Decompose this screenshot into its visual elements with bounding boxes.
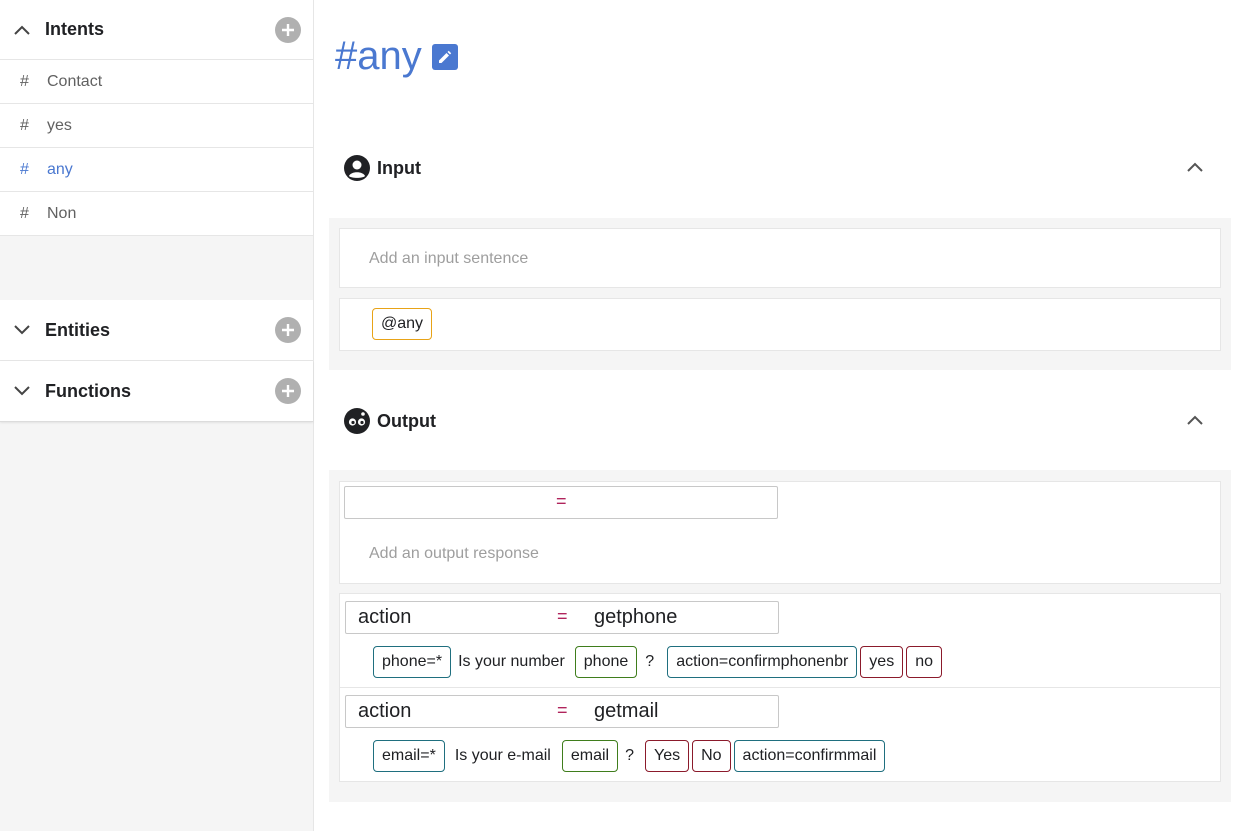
chevron-up-icon[interactable] xyxy=(1183,156,1207,180)
intent-item-any[interactable]: # any xyxy=(0,148,313,192)
condition-field[interactable]: action = getmail xyxy=(345,695,779,728)
condition-value[interactable]: getmail xyxy=(594,700,658,723)
intent-item-yes[interactable]: # yes xyxy=(0,104,313,148)
token-chip[interactable]: yes xyxy=(860,646,904,678)
hash-icon: # xyxy=(20,160,29,178)
hash-icon: # xyxy=(20,204,29,222)
output-response-card: action = getphone phone=* Is your number… xyxy=(339,593,1221,688)
new-output-card: = Add an output response xyxy=(339,481,1221,584)
token-chip[interactable]: email xyxy=(561,740,619,772)
intent-label: yes xyxy=(47,116,72,134)
intents-header[interactable]: Intents xyxy=(0,0,313,60)
token-chip[interactable]: Yes xyxy=(644,740,690,772)
intent-label: Contact xyxy=(47,72,103,90)
chevron-up-icon[interactable] xyxy=(1183,409,1207,433)
chevron-up-icon[interactable] xyxy=(12,20,32,40)
token-chip[interactable]: No xyxy=(692,740,731,772)
intents-title: Intents xyxy=(45,19,105,39)
main-panel: #any Input Add an input sentence @any Ou… xyxy=(314,0,1233,831)
output-panel: = Add an output response action = getpho… xyxy=(329,470,1231,802)
intent-item-non[interactable]: # Non xyxy=(0,192,313,236)
output-response-card: action = getmail email=* Is your e-mail … xyxy=(339,687,1221,782)
input-sentence-field[interactable]: Add an input sentence xyxy=(339,228,1221,288)
entity-chip[interactable]: @any xyxy=(372,308,433,340)
add-intent-button[interactable] xyxy=(275,16,301,43)
plus-icon xyxy=(282,324,294,336)
token-text[interactable]: ? xyxy=(625,747,634,765)
entities-header[interactable]: Entities xyxy=(0,300,313,361)
token-text[interactable]: ? xyxy=(645,653,654,671)
bot-icon xyxy=(344,408,370,434)
response-tokens: email=* Is your e-mail email ? Yes No ac… xyxy=(373,740,886,772)
input-placeholder[interactable]: Add an input sentence xyxy=(369,250,528,268)
entities-section: Entities xyxy=(0,300,313,361)
input-sentence-row: @any xyxy=(339,298,1221,351)
hash-icon: # xyxy=(20,116,29,134)
page-title: #any xyxy=(335,34,458,79)
intent-label: Non xyxy=(47,204,77,222)
hash-icon: # xyxy=(20,72,29,90)
token-text[interactable]: Is your e-mail xyxy=(455,747,551,765)
entities-title: Entities xyxy=(45,319,111,340)
input-header[interactable]: Input xyxy=(343,148,1233,188)
intent-item-contact[interactable]: # Contact xyxy=(0,60,313,104)
chevron-down-icon[interactable] xyxy=(12,320,32,340)
token-chip[interactable]: phone xyxy=(574,646,638,678)
add-entity-button[interactable] xyxy=(275,317,301,343)
condition-value[interactable]: getphone xyxy=(594,606,677,629)
plus-icon xyxy=(282,385,294,397)
intents-section: Intents # Contact # yes # any # Non xyxy=(0,0,313,236)
chevron-down-icon[interactable] xyxy=(12,381,32,401)
response-tokens: phone=* Is your number phone ? action=co… xyxy=(373,646,942,678)
token-chip[interactable]: phone=* xyxy=(373,646,452,678)
intent-label: any xyxy=(47,160,73,178)
output-header[interactable]: Output xyxy=(343,401,1233,441)
intent-title: #any xyxy=(335,34,422,78)
condition-equals: = xyxy=(557,700,568,720)
functions-header[interactable]: Functions xyxy=(0,361,313,422)
edit-title-button[interactable] xyxy=(431,43,458,70)
token-chip[interactable]: action=confirmmail xyxy=(733,740,886,772)
condition-equals: = xyxy=(556,491,567,511)
token-chip[interactable]: no xyxy=(906,646,942,678)
add-function-button[interactable] xyxy=(275,378,301,404)
functions-section: Functions xyxy=(0,361,313,422)
token-chip[interactable]: action=confirmphonenbr xyxy=(667,646,858,678)
plus-icon xyxy=(282,23,294,36)
functions-title: Functions xyxy=(45,380,131,401)
pencil-icon xyxy=(438,50,451,63)
user-circle-icon xyxy=(344,155,370,181)
token-text[interactable]: Is your number xyxy=(458,653,565,671)
condition-key[interactable]: action xyxy=(358,606,411,629)
token-chip[interactable]: email=* xyxy=(373,740,445,772)
condition-field[interactable]: action = getphone xyxy=(345,601,779,634)
sidebar: Intents # Contact # yes # any # Non Enti… xyxy=(0,0,314,831)
input-title: Input xyxy=(377,157,421,178)
output-title: Output xyxy=(377,410,436,431)
condition-field-empty[interactable]: = xyxy=(344,486,778,519)
output-placeholder[interactable]: Add an output response xyxy=(369,545,539,563)
condition-key[interactable]: action xyxy=(358,700,411,723)
input-panel: Add an input sentence @any xyxy=(329,218,1231,370)
condition-equals: = xyxy=(557,606,568,626)
